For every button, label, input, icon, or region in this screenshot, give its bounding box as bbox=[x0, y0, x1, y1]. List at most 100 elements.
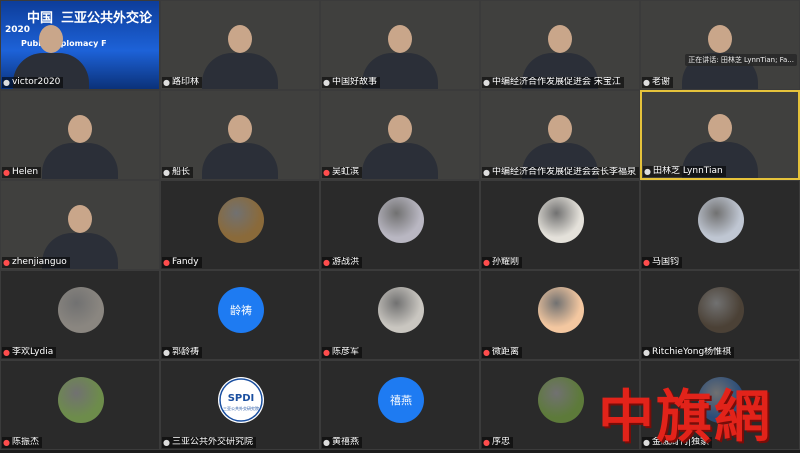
participant-name-bar: ● 陈振杰 bbox=[2, 437, 42, 448]
participant-tile[interactable]: ● 游战洪 bbox=[320, 180, 480, 270]
logo-text: SPDI bbox=[228, 393, 255, 404]
participant-name: 金融周刊|独家 bbox=[651, 437, 710, 447]
mic-muted-icon: ● bbox=[483, 348, 490, 357]
avatar bbox=[58, 377, 104, 423]
avatar bbox=[378, 197, 424, 243]
participant-grid: 中国 2020 三亚公共外交论 Public Diplomacy F ● victor20… bbox=[0, 0, 800, 450]
mic-muted-icon: ● bbox=[643, 258, 650, 267]
participant-name-bar: ● 中编经济合作发展促进会 宋宝江 bbox=[482, 77, 624, 88]
participant-name-bar: ● 中国好故事 bbox=[322, 77, 380, 88]
mic-muted-icon: ● bbox=[483, 438, 490, 447]
participant-tile[interactable]: ● 微距离 bbox=[480, 270, 640, 360]
avatar bbox=[538, 377, 584, 423]
mic-icon: ● bbox=[163, 438, 170, 447]
participant-name: 郭龄祷 bbox=[171, 347, 199, 357]
participant-tile[interactable]: ● 陈彦军 bbox=[320, 270, 480, 360]
participant-name-bar: ● 马国钧 bbox=[642, 257, 682, 268]
participant-name-bar: ● RitchieYong杨惟祺 bbox=[642, 347, 735, 358]
participant-name-bar: ● 黄禧燕 bbox=[322, 437, 362, 448]
active-speaker-indicator: 正在讲话: 田林芝 LynnTian; Fa... bbox=[685, 54, 797, 66]
participant-tile[interactable]: 龄祷 ● 郭龄祷 bbox=[160, 270, 320, 360]
participant-name-bar: ● zhenjianguo bbox=[2, 257, 70, 268]
participant-name-bar: ● 路印林 bbox=[162, 77, 202, 88]
participant-tile[interactable]: ● 田林芝 LynnTian bbox=[640, 90, 800, 180]
participant-tile[interactable]: ● Fandy bbox=[160, 180, 320, 270]
participant-name: 游战洪 bbox=[331, 257, 359, 267]
participant-name: 黄禧燕 bbox=[331, 437, 359, 447]
participant-name: 陈振杰 bbox=[11, 437, 39, 447]
participant-name: 船长 bbox=[171, 167, 190, 177]
participant-tile[interactable]: ● 老谢 正在讲话: 田林芝 LynnTian; Fa... bbox=[640, 0, 800, 90]
participant-name: 吴虹滨 bbox=[331, 167, 359, 177]
mic-icon: ● bbox=[643, 348, 650, 357]
mic-icon: ● bbox=[163, 348, 170, 357]
participant-name: 李欢Lydia bbox=[11, 347, 54, 357]
participant-tile[interactable]: ● 路印林 bbox=[160, 0, 320, 90]
participant-name-bar: ● Helen bbox=[2, 167, 42, 178]
mic-muted-icon: ● bbox=[323, 258, 330, 267]
mic-muted-icon: ● bbox=[323, 168, 330, 177]
mic-muted-icon: ● bbox=[163, 258, 170, 267]
participant-name: Fandy bbox=[171, 257, 199, 267]
participant-tile[interactable]: ● 金融周刊|独家 bbox=[640, 360, 800, 450]
mic-icon: ● bbox=[643, 78, 650, 87]
participant-name: 路印林 bbox=[171, 77, 199, 87]
mic-icon: ● bbox=[644, 167, 651, 176]
participant-name: 陈彦军 bbox=[331, 347, 359, 357]
participant-name: 序忠 bbox=[491, 437, 510, 447]
participant-name-bar: ● 中编经济合作发展促进会会长李福泉 bbox=[482, 167, 639, 178]
mic-icon: ● bbox=[323, 78, 330, 87]
participant-name: 三亚公共外交研究院 bbox=[171, 437, 253, 447]
avatar bbox=[698, 377, 744, 423]
participant-name-bar: ● victor2020 bbox=[2, 77, 64, 88]
participant-name-bar: ● Fandy bbox=[162, 257, 202, 268]
participant-tile[interactable]: ● Helen bbox=[0, 90, 160, 180]
mic-muted-icon: ● bbox=[483, 258, 490, 267]
participant-name: 微距离 bbox=[491, 347, 519, 357]
avatar bbox=[538, 287, 584, 333]
participant-name-bar: ● 金融周刊|独家 bbox=[642, 437, 713, 448]
avatar bbox=[698, 287, 744, 333]
mic-muted-icon: ● bbox=[3, 168, 10, 177]
participant-name-bar: ● 陈彦军 bbox=[322, 347, 362, 358]
participant-tile[interactable]: ● 孙耀刚 bbox=[480, 180, 640, 270]
participant-name: 中国好故事 bbox=[331, 77, 377, 87]
participant-tile[interactable]: ● 序忠 bbox=[480, 360, 640, 450]
participant-tile[interactable]: ● 吴虹滨 bbox=[320, 90, 480, 180]
participant-tile[interactable]: ● 陈振杰 bbox=[0, 360, 160, 450]
participant-name: zhenjianguo bbox=[11, 257, 67, 267]
participant-name: 马国钧 bbox=[651, 257, 679, 267]
participant-tile[interactable]: ● 船长 bbox=[160, 90, 320, 180]
participant-name-bar: ● 田林芝 LynnTian bbox=[643, 166, 726, 177]
participant-tile[interactable]: ● 李欢Lydia bbox=[0, 270, 160, 360]
mic-icon: ● bbox=[483, 168, 490, 177]
participant-name-bar: ● 孙耀刚 bbox=[482, 257, 522, 268]
participant-video bbox=[198, 19, 282, 89]
participant-tile[interactable]: ● 中国好故事 bbox=[320, 0, 480, 90]
participant-tile[interactable]: ● RitchieYong杨惟祺 bbox=[640, 270, 800, 360]
participant-video bbox=[198, 109, 282, 179]
participant-tile[interactable]: ● zhenjianguo bbox=[0, 180, 160, 270]
participant-tile[interactable]: 禧燕 ● 黄禧燕 bbox=[320, 360, 480, 450]
participant-name-bar: ● 吴虹滨 bbox=[322, 167, 362, 178]
mic-muted-icon: ● bbox=[323, 348, 330, 357]
participant-name-bar: ● 游战洪 bbox=[322, 257, 362, 268]
participant-tile[interactable]: ● 中编经济合作发展促进会 宋宝江 bbox=[480, 0, 640, 90]
participant-name: 孙耀刚 bbox=[491, 257, 519, 267]
logo-subtext: 三亚公共外交研究院 bbox=[223, 405, 259, 411]
participant-tile[interactable]: 中国 2020 三亚公共外交论 Public Diplomacy F ● victor20… bbox=[0, 0, 160, 90]
participant-name: victor2020 bbox=[11, 77, 61, 87]
avatar bbox=[218, 197, 264, 243]
mic-muted-icon: ● bbox=[3, 438, 10, 447]
participant-tile[interactable]: ● 马国钧 bbox=[640, 180, 800, 270]
avatar bbox=[538, 197, 584, 243]
participant-tile[interactable]: ● 中编经济合作发展促进会会长李福泉 bbox=[480, 90, 640, 180]
participant-tile[interactable]: SPDI 三亚公共外交研究院 ● 三亚公共外交研究院 bbox=[160, 360, 320, 450]
participant-name: 田林芝 LynnTian bbox=[652, 166, 723, 176]
avatar bbox=[58, 287, 104, 333]
mic-icon: ● bbox=[483, 78, 490, 87]
participant-name: 老谢 bbox=[651, 77, 670, 87]
mic-icon: ● bbox=[643, 438, 650, 447]
avatar bbox=[378, 287, 424, 333]
participant-name-bar: ● 李欢Lydia bbox=[2, 347, 57, 358]
